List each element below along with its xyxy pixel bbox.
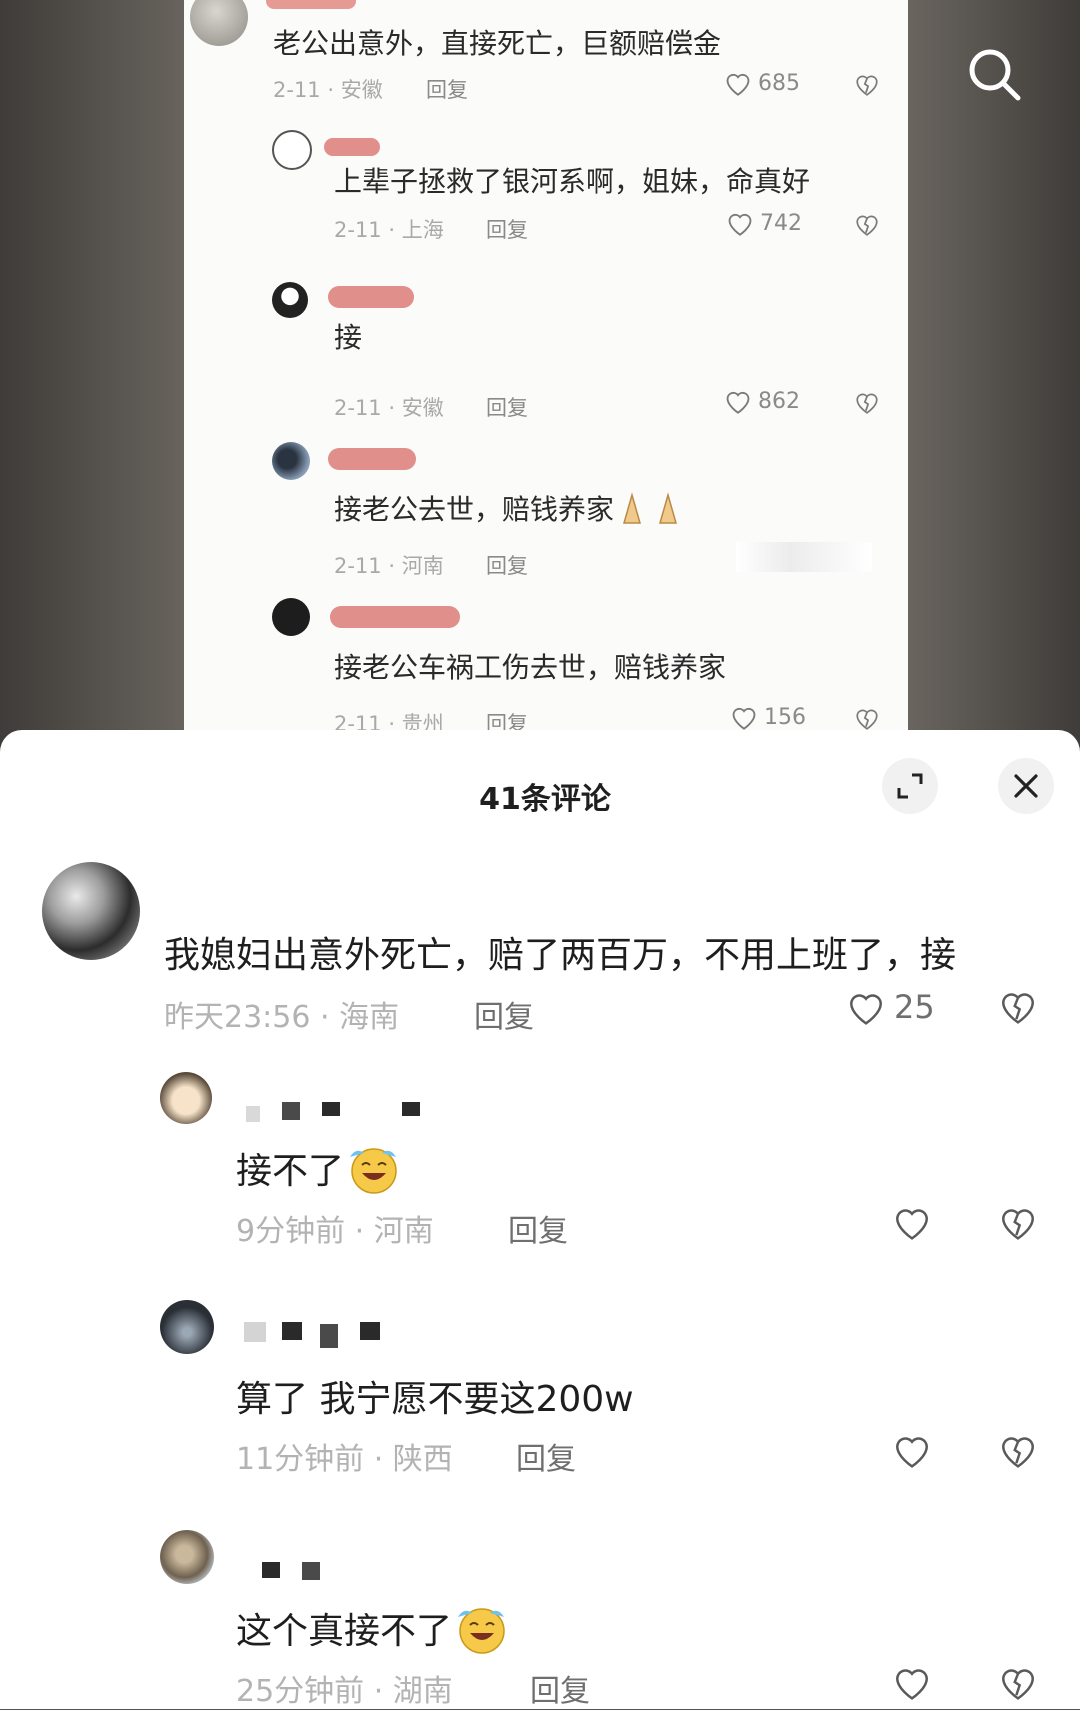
avatar: [190, 0, 248, 46]
comment-text: 我媳妇出意外死亡，赔了两百万，不用上班了，接: [164, 935, 957, 976]
like-button[interactable]: [892, 1432, 932, 1468]
comment-text: 上辈子拯救了银河系啊，姐妹，命真好: [334, 165, 811, 198]
expand-button[interactable]: [882, 758, 938, 814]
like-count: 685: [758, 70, 800, 96]
avatar: [272, 282, 308, 318]
broken-heart-icon[interactable]: [998, 1664, 1038, 1700]
reply-button[interactable]: 回复: [516, 1434, 576, 1478]
like-count: 742: [760, 210, 802, 236]
broken-heart-icon[interactable]: [854, 212, 880, 236]
avatar[interactable]: [160, 1300, 214, 1354]
reply-button[interactable]: 回复: [508, 1206, 568, 1250]
name-redaction: [324, 138, 380, 156]
comment-text: 接不了: [236, 1142, 402, 1204]
avatar: [272, 130, 312, 170]
broken-heart-icon[interactable]: [854, 72, 880, 96]
comment-meta: 11分钟前 · 陕西: [236, 1442, 453, 1477]
laughing-tears-emoji: [452, 1603, 510, 1664]
comment-meta: 2-11 · 安徽: [334, 396, 444, 420]
avatar: [272, 598, 310, 636]
comment-meta: 昨天23:56 · 海南: [164, 1000, 400, 1035]
comment-meta: 2-11 · 河南: [334, 554, 444, 578]
comment-meta: 2-11 · 上海: [334, 218, 444, 242]
reply-button[interactable]: 回复: [474, 992, 534, 1036]
reply-button[interactable]: 回复: [486, 550, 528, 580]
laughing-tears-emoji: [344, 1143, 402, 1204]
heart-icon: [896, 1669, 928, 1700]
close-icon: [1014, 774, 1038, 798]
like-count: 862: [758, 388, 800, 414]
comment-text: 接老公去世，赔钱养家: [334, 488, 688, 532]
search-icon[interactable]: [964, 44, 1024, 104]
comment-text: 接: [334, 321, 363, 354]
scroll-indicator: [736, 542, 872, 572]
like-count: 156: [764, 704, 806, 730]
broken-heart-icon[interactable]: [998, 988, 1038, 1024]
broken-heart-icon[interactable]: [854, 390, 880, 414]
comment-meta: 9分钟前 · 河南: [236, 1214, 434, 1249]
broken-heart-icon[interactable]: [854, 706, 880, 730]
avatar[interactable]: [42, 862, 140, 960]
reply-button[interactable]: 回复: [486, 392, 528, 422]
broken-heart-icon[interactable]: [998, 1204, 1038, 1240]
reply-button[interactable]: 回复: [486, 214, 528, 244]
name-redaction: [330, 606, 460, 628]
comment-text: 老公出意外，直接死亡，巨额赔偿金: [273, 27, 722, 60]
name-redaction: [266, 0, 356, 9]
heart-icon: [896, 1437, 928, 1468]
like-count: 25: [894, 988, 935, 1026]
like-button[interactable]: [892, 1664, 932, 1700]
like-button[interactable]: [892, 1204, 932, 1240]
comment-text: 接老公车祸工伤去世，赔钱养家: [334, 651, 727, 684]
like-button[interactable]: 862: [724, 388, 800, 414]
comment-meta: 25分钟前 · 湖南: [236, 1674, 453, 1709]
heart-icon: [726, 391, 750, 414]
expand-icon: [897, 773, 923, 799]
heart-icon: [850, 994, 882, 1025]
embedded-comment-screenshot: 老公出意外，直接死亡，巨额赔偿金 2-11 · 安徽 回复 685 上辈子拯救了…: [184, 0, 908, 735]
like-button[interactable]: 156: [730, 704, 806, 730]
close-button[interactable]: [998, 758, 1054, 814]
like-button[interactable]: 742: [726, 210, 802, 236]
name-redaction: [328, 448, 416, 470]
folded-hands-emoji: [614, 491, 688, 532]
avatar: [272, 442, 310, 480]
heart-icon: [726, 73, 750, 96]
comment-sheet: 41条评论 我媳妇出意外死亡，赔了两百万，不用上班了，接 昨天23:56 · 海…: [0, 730, 1080, 1709]
avatar[interactable]: [160, 1530, 214, 1584]
comment-meta: 2-11 · 安徽: [273, 78, 383, 102]
reply-button[interactable]: 回复: [426, 74, 468, 104]
broken-heart-icon[interactable]: [998, 1432, 1038, 1468]
like-button[interactable]: 685: [724, 70, 800, 96]
name-redaction: [328, 286, 414, 308]
heart-icon: [728, 213, 752, 236]
comment-text: 这个真接不了: [236, 1602, 510, 1664]
like-button[interactable]: 25: [846, 988, 935, 1026]
reply-button[interactable]: 回复: [530, 1666, 590, 1710]
avatar[interactable]: [160, 1072, 212, 1124]
heart-icon: [896, 1209, 928, 1240]
heart-icon: [732, 707, 756, 730]
comment-text: 算了 我宁愿不要这200w: [236, 1379, 634, 1420]
